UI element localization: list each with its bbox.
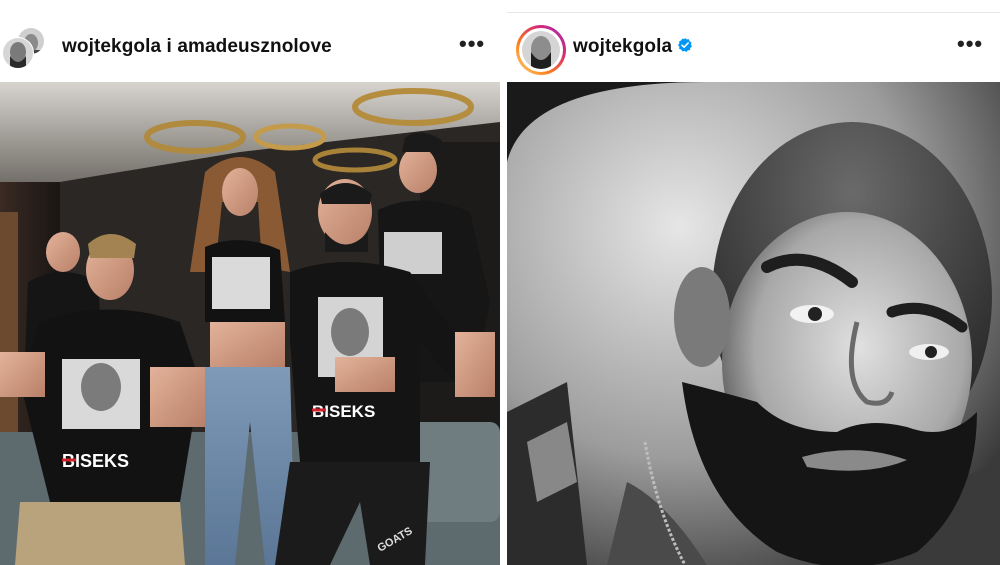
post-author[interactable]: wojtekgola [573, 36, 693, 58]
group-photo: BISEKS BISEKS GOATS [0, 82, 500, 565]
post-image[interactable]: BISEKS BISEKS GOATS [0, 82, 500, 565]
post-authors[interactable]: wojtekgola i amadeusznolove [62, 36, 332, 58]
profile-post: wojtekgola ••• [507, 0, 1000, 565]
author-username[interactable]: wojtekgola [573, 36, 672, 57]
selfie-photo [507, 82, 1000, 565]
collab-avatars[interactable] [0, 26, 50, 72]
more-options-icon[interactable]: ••• [957, 31, 983, 57]
post-divider [500, 0, 507, 565]
collab-post: wojtekgola i amadeusznolove ••• BISEKS B… [0, 0, 500, 565]
post-image[interactable] [507, 82, 1000, 565]
post-header: wojtekgola ••• [507, 0, 1000, 82]
post-header: wojtekgola i amadeusznolove ••• [0, 0, 500, 82]
verified-badge-icon [678, 38, 693, 53]
story-avatar[interactable] [515, 24, 567, 76]
more-options-icon[interactable]: ••• [459, 31, 485, 57]
